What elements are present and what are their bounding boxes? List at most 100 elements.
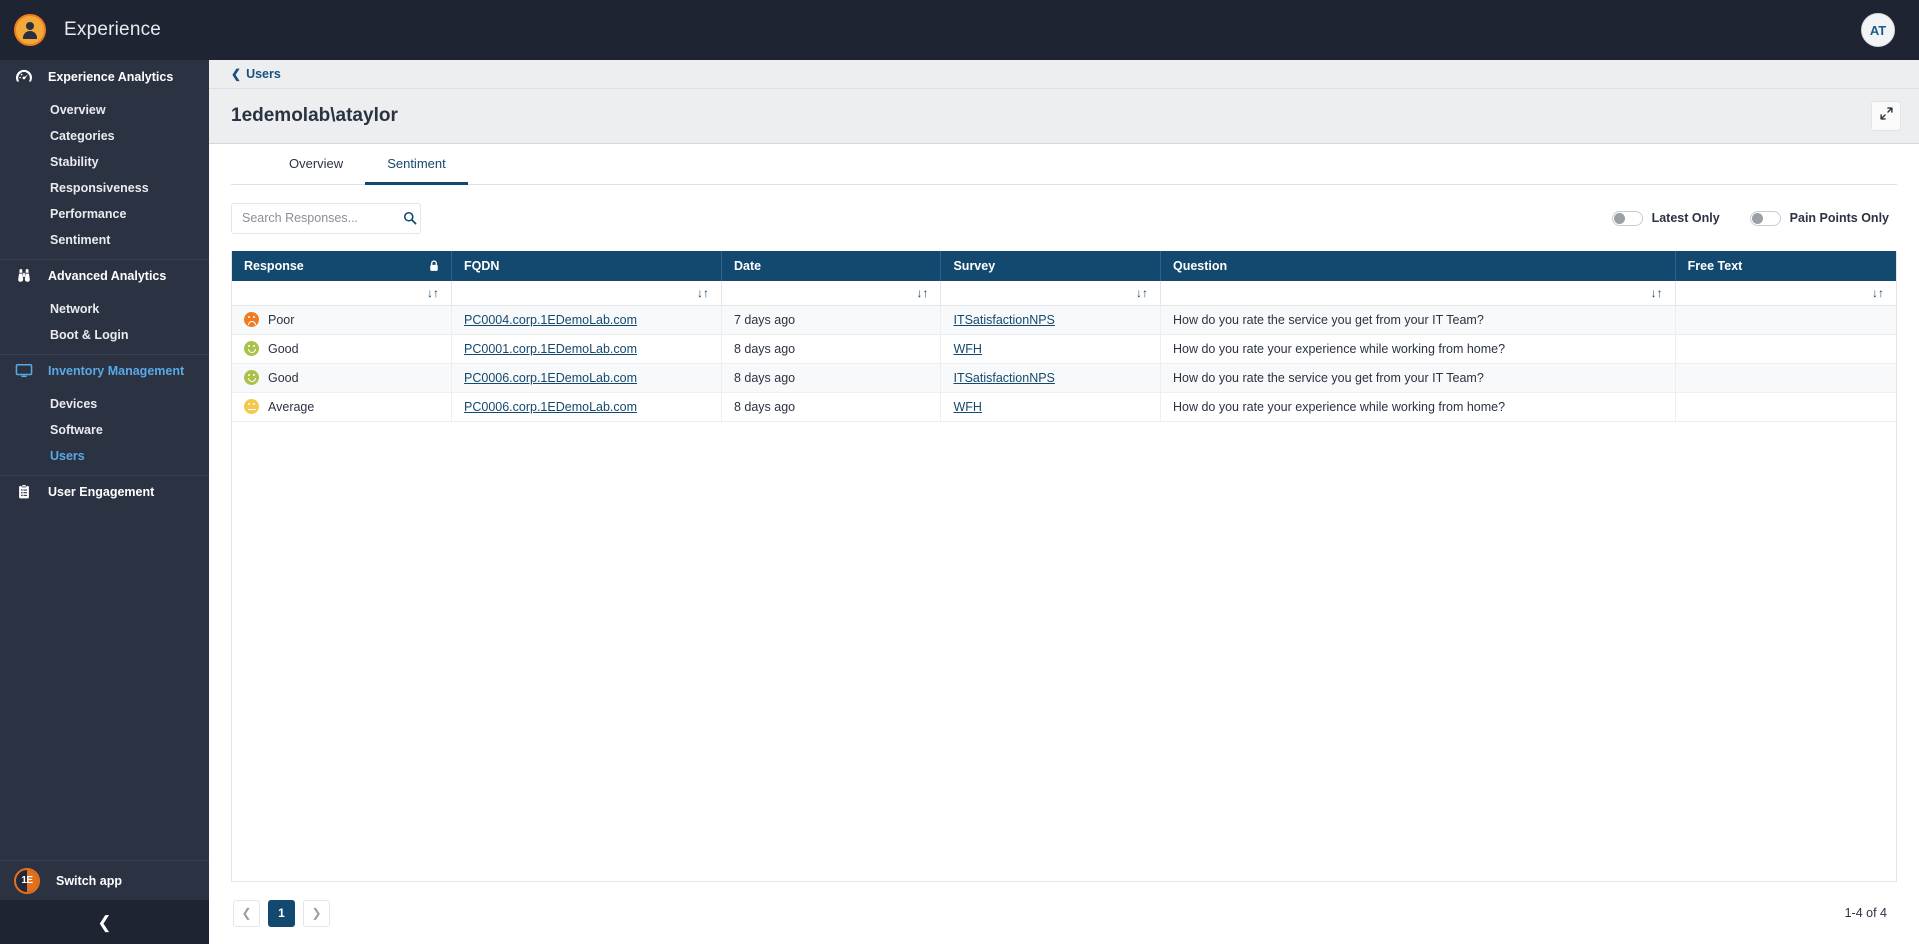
column-header-survey[interactable]: Survey bbox=[940, 251, 1161, 281]
app-logo-icon bbox=[14, 14, 46, 46]
pagination-page-1[interactable]: 1 bbox=[268, 899, 295, 927]
table-body: Poor PC0004.corp.1EDemoLab.com 7 days ag… bbox=[232, 305, 1896, 422]
chevron-right-icon: ❯ bbox=[311, 906, 322, 920]
survey-link[interactable]: WFH bbox=[953, 400, 981, 414]
tab-overview[interactable]: Overview bbox=[267, 156, 365, 185]
sort-cell-question[interactable]: ↓↑ bbox=[1160, 281, 1676, 306]
survey-link[interactable]: ITSatisfactionNPS bbox=[953, 371, 1054, 385]
sidebar-item-categories[interactable]: Categories bbox=[0, 123, 209, 149]
sort-cell-date[interactable]: ↓↑ bbox=[721, 281, 942, 306]
fqdn-link[interactable]: PC0004.corp.1EDemoLab.com bbox=[464, 313, 637, 327]
sort-updown-icon[interactable]: ↓↑ bbox=[916, 287, 928, 299]
tab-bar: Overview Sentiment bbox=[231, 144, 1897, 185]
chevron-left-icon: ❮ bbox=[241, 906, 252, 920]
switch-app-badge: 1E bbox=[21, 875, 33, 886]
breadcrumb-label: Users bbox=[246, 67, 281, 81]
fqdn-link[interactable]: PC0001.corp.1EDemoLab.com bbox=[464, 342, 637, 356]
sidebar-section-inventory-management[interactable]: Inventory Management bbox=[0, 354, 209, 387]
toggle-group: Latest Only Pain Points Only bbox=[1611, 210, 1897, 226]
binoculars-icon bbox=[12, 267, 36, 285]
top-bar: Experience AT bbox=[0, 0, 1919, 60]
search-box[interactable] bbox=[231, 202, 421, 234]
sidebar-item-responsiveness[interactable]: Responsiveness bbox=[0, 175, 209, 201]
cell-question: How do you rate your experience while wo… bbox=[1160, 392, 1676, 422]
search-icon[interactable] bbox=[403, 211, 417, 225]
toggle-label: Pain Points Only bbox=[1789, 211, 1889, 225]
response-label: Poor bbox=[268, 312, 295, 327]
cell-fqdn: PC0006.corp.1EDemoLab.com bbox=[451, 363, 722, 393]
expand-button[interactable] bbox=[1871, 101, 1901, 131]
sidebar-item-users[interactable]: Users bbox=[0, 443, 209, 469]
toggle-switch[interactable] bbox=[1749, 210, 1781, 226]
toggle-pain-points-only[interactable]: Pain Points Only bbox=[1749, 210, 1889, 226]
page-title-bar: 1edemolab\ataylor bbox=[209, 89, 1919, 144]
monitor-icon bbox=[12, 362, 36, 380]
survey-link[interactable]: ITSatisfactionNPS bbox=[953, 313, 1054, 327]
sidebar-section-label: Inventory Management bbox=[48, 364, 185, 378]
sidebar-section-experience-analytics[interactable]: Experience Analytics bbox=[0, 60, 209, 93]
expand-arrows-icon bbox=[1879, 107, 1893, 125]
fqdn-link[interactable]: PC0006.corp.1EDemoLab.com bbox=[464, 371, 637, 385]
sort-updown-icon[interactable]: ↓↑ bbox=[1136, 287, 1148, 299]
cell-free-text bbox=[1675, 392, 1896, 422]
sidebar-item-performance[interactable]: Performance bbox=[0, 201, 209, 227]
response-label: Good bbox=[268, 341, 299, 356]
search-input[interactable] bbox=[242, 211, 403, 225]
clipboard-icon bbox=[12, 483, 36, 501]
breadcrumb-back-users[interactable]: ❮ Users bbox=[231, 67, 281, 81]
sort-cell-response[interactable]: ↓↑ bbox=[232, 281, 452, 306]
sidebar-item-overview[interactable]: Overview bbox=[0, 97, 209, 123]
column-header-response[interactable]: Response bbox=[232, 251, 452, 281]
sidebar-item-devices[interactable]: Devices bbox=[0, 391, 209, 417]
table-row[interactable]: Good PC0001.corp.1EDemoLab.com 8 days ag… bbox=[232, 334, 1896, 364]
mood-average-icon bbox=[244, 399, 259, 414]
sidebar-nav: Experience Analytics Overview Categories… bbox=[0, 60, 209, 860]
survey-link[interactable]: WFH bbox=[953, 342, 981, 356]
column-header-question[interactable]: Question bbox=[1160, 251, 1676, 281]
sidebar-item-boot-login[interactable]: Boot & Login bbox=[0, 322, 209, 348]
cell-date: 8 days ago bbox=[721, 334, 942, 364]
sidebar-item-stability[interactable]: Stability bbox=[0, 149, 209, 175]
table-row[interactable]: Good PC0006.corp.1EDemoLab.com 8 days ag… bbox=[232, 363, 1896, 393]
sidebar-item-sentiment[interactable]: Sentiment bbox=[0, 227, 209, 253]
fqdn-link[interactable]: PC0006.corp.1EDemoLab.com bbox=[464, 400, 637, 414]
sidebar-item-network[interactable]: Network bbox=[0, 296, 209, 322]
toggle-latest-only[interactable]: Latest Only bbox=[1611, 210, 1720, 226]
sort-cell-free-text[interactable]: ↓↑ bbox=[1675, 281, 1896, 306]
body-row: Experience Analytics Overview Categories… bbox=[0, 60, 1919, 944]
pagination-next-button[interactable]: ❯ bbox=[303, 899, 330, 927]
sidebar-section-advanced-analytics[interactable]: Advanced Analytics bbox=[0, 259, 209, 292]
column-header-fqdn[interactable]: FQDN bbox=[451, 251, 722, 281]
cell-fqdn: PC0004.corp.1EDemoLab.com bbox=[451, 305, 722, 335]
column-header-free-text[interactable]: Free Text bbox=[1675, 251, 1896, 281]
sort-updown-icon[interactable]: ↓↑ bbox=[1651, 287, 1663, 299]
column-label: Question bbox=[1172, 259, 1228, 273]
table-head: Response FQDN Date Survey Question Free … bbox=[232, 251, 1896, 306]
cell-response: Average bbox=[232, 392, 452, 422]
table-row[interactable]: Poor PC0004.corp.1EDemoLab.com 7 days ag… bbox=[232, 305, 1896, 335]
sidebar-collapse-button[interactable]: ❮ bbox=[0, 900, 209, 944]
pagination-prev-button[interactable]: ❮ bbox=[233, 899, 260, 927]
cell-response: Good bbox=[232, 334, 452, 364]
sidebar-section-user-engagement[interactable]: User Engagement bbox=[0, 475, 209, 508]
sort-updown-icon[interactable]: ↓↑ bbox=[427, 287, 439, 299]
avatar[interactable]: AT bbox=[1861, 13, 1895, 47]
sort-cell-fqdn[interactable]: ↓↑ bbox=[451, 281, 722, 306]
toolbar: Latest Only Pain Points Only bbox=[231, 185, 1897, 251]
sort-updown-icon[interactable]: ↓↑ bbox=[697, 287, 709, 299]
cell-question: How do you rate your experience while wo… bbox=[1160, 334, 1676, 364]
cell-survey: WFH bbox=[940, 392, 1161, 422]
sort-updown-icon[interactable]: ↓↑ bbox=[1872, 287, 1884, 299]
column-header-date[interactable]: Date bbox=[721, 251, 942, 281]
table-row[interactable]: Average PC0006.corp.1EDemoLab.com 8 days… bbox=[232, 392, 1896, 422]
table-sort-row: ↓↑ ↓↑ ↓↑ ↓↑ ↓↑ ↓↑ bbox=[232, 281, 1896, 306]
toggle-switch[interactable] bbox=[1611, 210, 1643, 226]
sidebar-group-inventory-management: Devices Software Users bbox=[0, 387, 209, 475]
tab-sentiment[interactable]: Sentiment bbox=[365, 156, 468, 185]
chevron-left-icon: ❮ bbox=[97, 912, 112, 932]
cell-survey: WFH bbox=[940, 334, 1161, 364]
switch-app-button[interactable]: 1E Switch app bbox=[0, 860, 209, 900]
sidebar-item-software[interactable]: Software bbox=[0, 417, 209, 443]
sort-cell-survey[interactable]: ↓↑ bbox=[940, 281, 1161, 306]
pagination: ❮ 1 ❯ 1-4 of 4 bbox=[231, 882, 1897, 944]
